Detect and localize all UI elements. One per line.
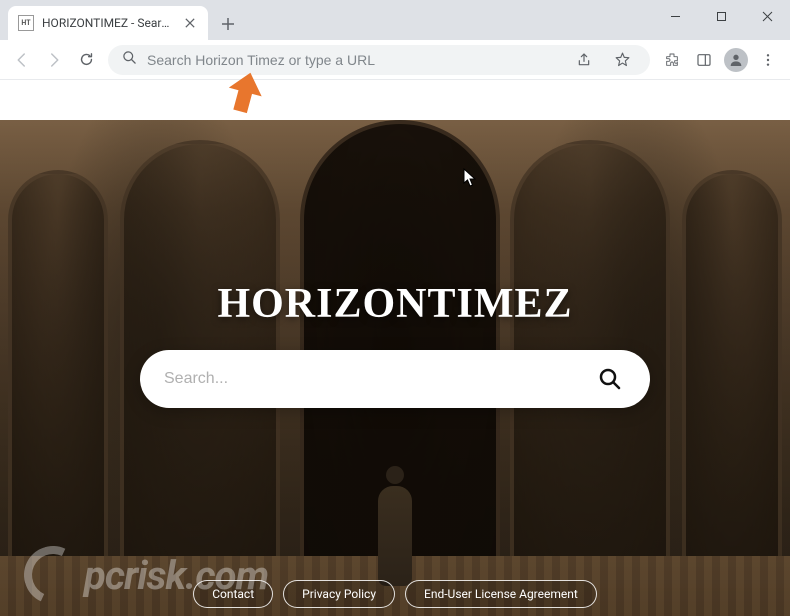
share-icon[interactable] <box>570 46 598 74</box>
hero-search-bar[interactable] <box>140 350 650 408</box>
tab-title: HORIZONTIMEZ - Search With U... <box>42 16 174 30</box>
forward-button[interactable] <box>40 46 68 74</box>
close-tab-icon[interactable] <box>182 15 198 31</box>
search-icon <box>122 50 137 69</box>
maximize-button[interactable] <box>698 0 744 32</box>
new-tab-button[interactable] <box>214 10 242 38</box>
browser-titlebar: HT HORIZONTIMEZ - Search With U... <box>0 0 790 40</box>
cursor-icon <box>463 168 477 192</box>
footer-link-contact[interactable]: Contact <box>193 580 273 608</box>
hero-section: HORIZONTIMEZ Contact Privacy Policy End-… <box>0 120 790 616</box>
back-button[interactable] <box>8 46 36 74</box>
address-bar[interactable] <box>108 45 650 75</box>
bookmark-star-icon[interactable] <box>608 46 636 74</box>
footer-link-eula[interactable]: End-User License Agreement <box>405 580 597 608</box>
hero-search-input[interactable] <box>164 370 594 388</box>
reload-button[interactable] <box>72 46 100 74</box>
extensions-icon[interactable] <box>658 46 686 74</box>
browser-toolbar <box>0 40 790 80</box>
brand-title: HORIZONTIMEZ <box>0 280 790 328</box>
sidepanel-icon[interactable] <box>690 46 718 74</box>
close-window-button[interactable] <box>744 0 790 32</box>
profile-avatar[interactable] <box>722 46 750 74</box>
hero-search-button[interactable] <box>594 363 626 395</box>
page-header-gap <box>0 80 790 120</box>
footer-links: Contact Privacy Policy End-User License … <box>0 580 790 608</box>
browser-tab[interactable]: HT HORIZONTIMEZ - Search With U... <box>8 6 208 40</box>
tab-favicon: HT <box>18 15 34 31</box>
page-content: HORIZONTIMEZ Contact Privacy Policy End-… <box>0 80 790 616</box>
window-controls <box>652 0 790 32</box>
menu-dots-icon[interactable] <box>754 46 782 74</box>
footer-link-privacy[interactable]: Privacy Policy <box>283 580 395 608</box>
annotation-arrow-icon <box>222 70 268 120</box>
minimize-button[interactable] <box>652 0 698 32</box>
address-input[interactable] <box>147 52 560 68</box>
